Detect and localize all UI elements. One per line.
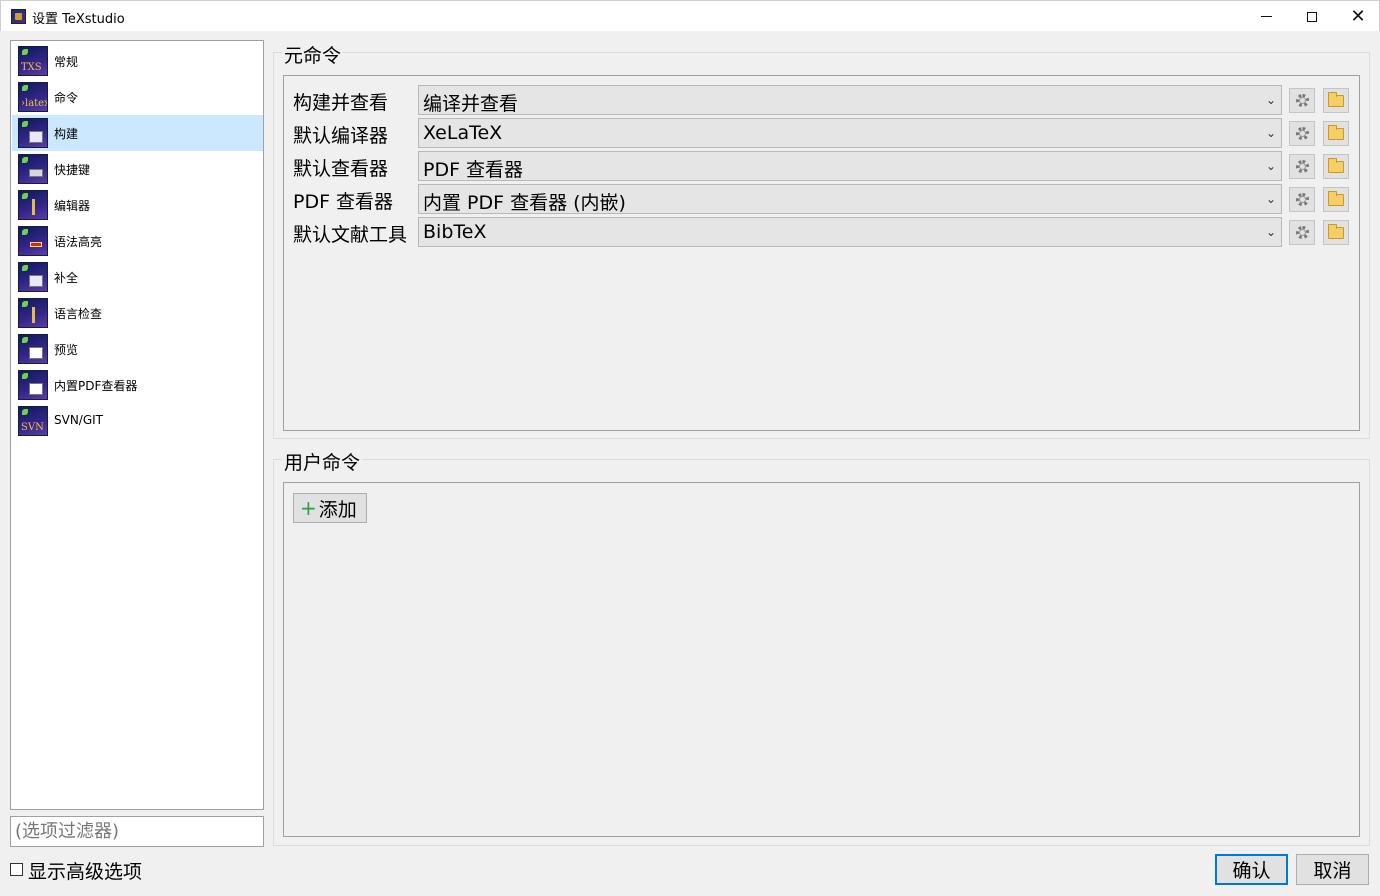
row-label-build-view: 构建并查看 (293, 92, 389, 114)
minimize-icon (1260, 16, 1272, 17)
sidebar-item-label: 编辑器 (54, 199, 91, 213)
sidebar-item-general[interactable]: TXS 常规 (12, 43, 263, 79)
browse-button[interactable] (1323, 121, 1349, 146)
language-check-icon (18, 298, 48, 328)
user-commands-title: 用户命令 (282, 448, 363, 475)
chevron-down-icon: ⌄ (1265, 93, 1276, 107)
folder-icon (1328, 223, 1344, 239)
configure-button[interactable] (1289, 121, 1315, 146)
sidebar-item-label: 构建 (54, 127, 79, 141)
texstudio-app-icon (11, 9, 26, 24)
window-title: 设置 TeXstudio (32, 12, 125, 27)
latex-icon: ›latex (18, 82, 48, 112)
add-button-label: 添加 (318, 498, 357, 521)
folder-icon (1328, 190, 1344, 206)
select-value: BibTeX (423, 221, 487, 243)
select-value: PDF 查看器 (423, 159, 524, 181)
build-view-select[interactable]: 编译并查看 ⌄ (418, 85, 1282, 115)
folder-icon (1328, 124, 1344, 140)
plus-icon: + (300, 496, 317, 520)
sidebar-item-label: SVN/GIT (54, 413, 104, 427)
settings-category-list[interactable]: TXS 常规 ›latex 命令 构建 快捷键 编辑器 语法高亮 补全 语言检查… (10, 40, 264, 810)
row-label-default-viewer: 默认查看器 (293, 158, 389, 180)
meta-commands-title: 元命令 (282, 41, 344, 68)
cancel-button[interactable]: 取消 (1296, 854, 1369, 885)
browse-button[interactable] (1323, 187, 1349, 212)
editor-cursor-icon (18, 190, 48, 220)
sidebar-item-label: 预览 (54, 343, 79, 357)
minimize-button[interactable] (1243, 1, 1289, 32)
txs-icon: TXS (18, 46, 48, 76)
folder-icon (1328, 157, 1344, 173)
browse-button[interactable] (1323, 88, 1349, 113)
pdf-viewer-select[interactable]: 内置 PDF 查看器 (内嵌) ⌄ (418, 184, 1282, 214)
sidebar-item-build[interactable]: 构建 (12, 115, 263, 151)
chevron-down-icon: ⌄ (1265, 159, 1276, 173)
sidebar-item-label: 常规 (54, 55, 79, 69)
svn-icon: SVN (18, 406, 48, 436)
default-viewer-select[interactable]: PDF 查看器 ⌄ (418, 151, 1282, 181)
completion-icon (18, 262, 48, 292)
chevron-down-icon: ⌄ (1265, 225, 1276, 239)
sidebar-item-label: 补全 (54, 271, 79, 285)
default-compiler-select[interactable]: XeLaTeX ⌄ (418, 118, 1282, 148)
gear-icon (1295, 160, 1309, 173)
gear-icon (1295, 193, 1309, 206)
pdf-viewer-icon (18, 370, 48, 400)
select-value: 编译并查看 (423, 93, 519, 115)
keyboard-icon (18, 154, 48, 184)
sidebar-item-svn-git[interactable]: SVN SVN/GIT (12, 403, 263, 439)
show-advanced-checkbox[interactable] (10, 863, 23, 876)
configure-button[interactable] (1289, 187, 1315, 212)
maximize-icon (1307, 11, 1317, 22)
sidebar-item-preview[interactable]: 预览 (12, 331, 263, 367)
preview-icon (18, 334, 48, 364)
sidebar-item-label: 命令 (54, 91, 79, 105)
sidebar-item-label: 内置PDF查看器 (54, 379, 138, 393)
browse-button[interactable] (1323, 220, 1349, 245)
add-user-command-button[interactable]: + 添加 (293, 493, 367, 523)
show-advanced-label[interactable]: 显示高级选项 (28, 857, 142, 884)
sidebar-item-pdf-viewer[interactable]: 内置PDF查看器 (12, 367, 263, 403)
configure-button[interactable] (1289, 88, 1315, 113)
chevron-down-icon: ⌄ (1265, 126, 1276, 140)
build-icon (18, 118, 48, 148)
row-label-bibliography-tool: 默认文献工具 (293, 224, 408, 246)
bibliography-tool-select[interactable]: BibTeX ⌄ (418, 217, 1282, 247)
sidebar-item-label: 快捷键 (54, 163, 91, 177)
sidebar-item-editor[interactable]: 编辑器 (12, 187, 263, 223)
configure-button[interactable] (1289, 154, 1315, 179)
gear-icon (1295, 127, 1309, 140)
sidebar-item-completion[interactable]: 补全 (12, 259, 263, 295)
folder-icon (1328, 91, 1344, 107)
select-value: XeLaTeX (423, 122, 503, 144)
sidebar-item-shortcuts[interactable]: 快捷键 (12, 151, 263, 187)
chevron-down-icon: ⌄ (1265, 192, 1276, 206)
sidebar-item-label: 语法高亮 (54, 235, 103, 249)
gear-icon (1295, 94, 1309, 107)
sidebar-item-language-check[interactable]: 语言检查 (12, 295, 263, 331)
browse-button[interactable] (1323, 154, 1349, 179)
maximize-button[interactable] (1289, 1, 1335, 32)
row-label-default-compiler: 默认编译器 (293, 125, 389, 147)
user-commands-panel (283, 482, 1360, 837)
sidebar-item-syntax-highlight[interactable]: 语法高亮 (12, 223, 263, 259)
ok-button[interactable]: 确认 (1215, 854, 1288, 885)
configure-button[interactable] (1289, 220, 1315, 245)
select-value: 内置 PDF 查看器 (内嵌) (423, 192, 626, 214)
row-label-pdf-viewer: PDF 查看器 (293, 191, 394, 213)
sidebar-item-commands[interactable]: ›latex 命令 (12, 79, 263, 115)
title-bar: 设置 TeXstudio ✕ (0, 0, 1380, 31)
gear-icon (1295, 226, 1309, 239)
close-icon: ✕ (1350, 5, 1366, 27)
highlight-icon (18, 226, 48, 256)
close-button[interactable]: ✕ (1335, 1, 1380, 32)
option-filter-input[interactable] (10, 816, 264, 847)
sidebar-item-label: 语言检查 (54, 307, 103, 321)
